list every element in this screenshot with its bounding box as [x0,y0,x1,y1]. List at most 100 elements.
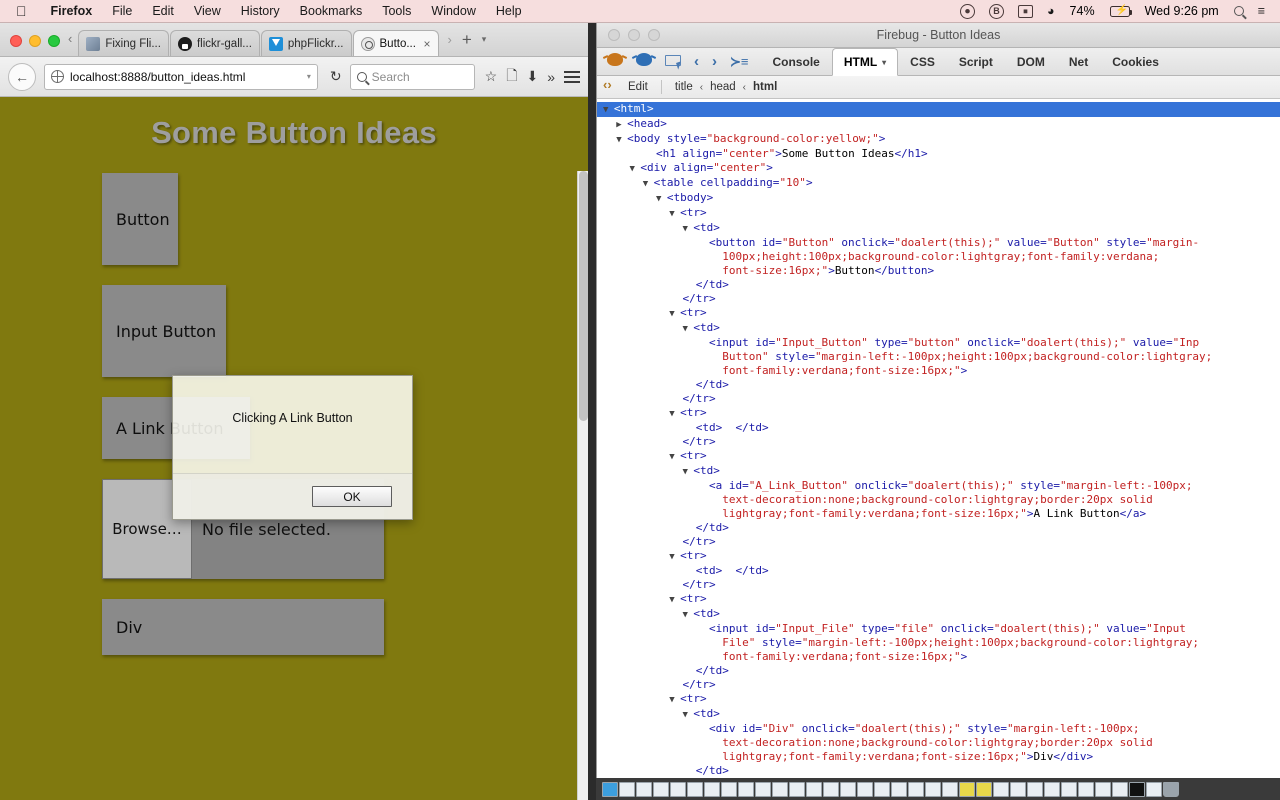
dock-app-icon[interactable] [1112,781,1128,797]
dock-app-icon[interactable] [823,781,839,797]
record-icon[interactable]: ⏺ [953,3,982,19]
twisty-open-icon[interactable]: ▼ [669,552,680,562]
code-line[interactable]: ▼ <tr> [597,549,1280,564]
browser-tab-3[interactable]: phpFlickr... [260,30,352,56]
dock-app-icon[interactable] [1061,781,1077,797]
twisty-open-icon[interactable]: ▼ [630,164,641,174]
dock-app-icon[interactable] [908,781,924,797]
code-line[interactable]: ▼ <tr> [597,306,1280,321]
dock-app-icon[interactable] [891,781,907,797]
breadcrumb-item-html[interactable]: html [750,81,780,93]
page-scrollbar-thumb[interactable] [579,171,588,421]
close-tab-icon[interactable]: × [423,38,430,50]
demo-input-button[interactable]: Input Button [102,285,226,377]
tab-list-menu-icon[interactable]: ▾ [482,34,487,45]
twisty-open-icon[interactable]: ▼ [656,194,667,204]
code-line[interactable]: font-family:verdana;font-size:16px;"> [597,650,1280,664]
code-line[interactable]: font-size:16px;">Button</button> [597,264,1280,278]
new-tab-button[interactable]: + [462,31,472,48]
dock-app-icon[interactable] [942,781,958,797]
airplay-icon[interactable]: ⏹ [1011,4,1040,18]
apple-logo-icon[interactable]:  [0,4,41,18]
dock-app-icon[interactable] [653,781,669,797]
breadcrumb-item-head[interactable]: head [707,81,739,93]
dock-app-icon[interactable] [636,781,652,797]
code-line[interactable]: ▼ <body style="background-color:yellow;"… [597,132,1280,147]
code-line[interactable]: ▼ <td> [597,464,1280,479]
breadcrumb-item-title[interactable]: title [672,81,696,93]
twisty-open-icon[interactable]: ▼ [669,409,680,419]
macos-dock[interactable] [596,778,1280,800]
page-vertical-scrollbar[interactable] [577,171,588,800]
code-line[interactable]: ▼ <tr> [597,206,1280,221]
battery-charging-icon[interactable]: ⚡ [1103,5,1137,17]
menu-item-window[interactable]: Window [421,4,485,18]
code-line[interactable]: </tr> [597,678,1280,692]
firebug-tab-dom[interactable]: DOM [1005,48,1057,75]
address-bar[interactable]: localhost:8888/button_ideas.html ▾ [44,63,318,90]
code-line[interactable]: ▼ <tbody> [597,191,1280,206]
chevron-down-icon[interactable]: ▾ [882,58,886,67]
nav-forward-icon[interactable]: › [712,54,717,69]
reload-button[interactable]: ↻ [326,68,342,85]
minimize-window-button[interactable] [29,35,41,47]
code-line[interactable]: font-family:verdana;font-size:16px;"> [597,364,1280,378]
overflow-icon[interactable]: » [547,69,555,85]
code-line[interactable]: ▼ <html> [597,102,1280,117]
dock-app-icon[interactable] [1010,781,1026,797]
twisty-open-icon[interactable]: ▼ [669,595,680,605]
code-line[interactable]: </td> [597,664,1280,678]
firebug-tab-html[interactable]: HTML ▾ [831,48,899,76]
dock-app-icon[interactable] [755,781,771,797]
firebug-tab-css[interactable]: CSS [898,48,947,75]
back-button[interactable]: ← [8,62,36,91]
dock-app-icon[interactable] [1044,781,1060,797]
code-line[interactable]: ▼ <td> [597,607,1280,622]
firebug-tab-console[interactable]: Console [760,48,831,75]
firebug-tab-net[interactable]: Net [1057,48,1100,75]
dock-app-icon[interactable] [1078,781,1094,797]
firebug-tab-script[interactable]: Script [947,48,1005,75]
demo-button[interactable]: Button [102,173,178,265]
dock-app-icon[interactable] [806,781,822,797]
dock-app-icon[interactable] [772,781,788,797]
spotlight-search-icon[interactable] [1227,6,1251,16]
code-line[interactable]: </tr> [597,435,1280,449]
firebug-html-source-panel[interactable]: ▼ <html> ▶ <head> ▼ <body style="backgro… [597,100,1280,778]
code-line[interactable]: ▼ <div align="center"> [597,161,1280,176]
zoom-window-button[interactable] [48,35,60,47]
nav-back-icon[interactable]: ‹ [694,54,699,69]
dock-app-icon[interactable] [721,781,737,797]
code-line[interactable]: ▼ <td> [597,321,1280,336]
code-line[interactable]: </tr> [597,578,1280,592]
twisty-open-icon[interactable]: ▼ [682,224,693,234]
dock-app-icon[interactable] [738,781,754,797]
twisty-open-icon[interactable]: ▼ [616,135,627,145]
menu-item-edit[interactable]: Edit [142,4,184,18]
close-window-button[interactable] [10,35,22,47]
code-line[interactable]: <input id="Input_Button" type="button" o… [597,336,1280,350]
dock-app-icon[interactable] [704,781,720,797]
menu-item-file[interactable]: File [102,4,142,18]
wifi-icon[interactable]: ◕ [1040,4,1062,18]
dock-app-icon[interactable] [789,781,805,797]
dock-app-icon[interactable] [670,781,686,797]
dock-app-icon[interactable] [602,781,618,797]
reader-icon[interactable]: 🗋 [506,65,517,89]
twisty-open-icon[interactable]: ▼ [669,309,680,319]
code-line[interactable]: ▼ <td> [597,221,1280,236]
code-line[interactable]: <h1 align="center">Some Button Ideas</h1… [597,147,1280,161]
twisty-open-icon[interactable]: ▼ [669,695,680,705]
dock-app-icon[interactable] [1027,781,1043,797]
dock-app-icon[interactable] [976,781,992,797]
code-line[interactable]: ▶ <head> [597,117,1280,132]
code-line[interactable]: </td> [597,278,1280,292]
dock-app-icon[interactable] [687,781,703,797]
code-line[interactable]: ▼ <tr> [597,692,1280,707]
firebug-tab-cookies[interactable]: Cookies [1100,48,1171,75]
code-line[interactable]: </td> [597,764,1280,778]
code-line[interactable]: 100px;height:100px;background-color:ligh… [597,250,1280,264]
twisty-closed-icon[interactable]: ▶ [616,120,627,130]
browser-tab-2[interactable]: flickr-gall... [169,30,260,56]
trash-icon[interactable] [1163,781,1179,797]
